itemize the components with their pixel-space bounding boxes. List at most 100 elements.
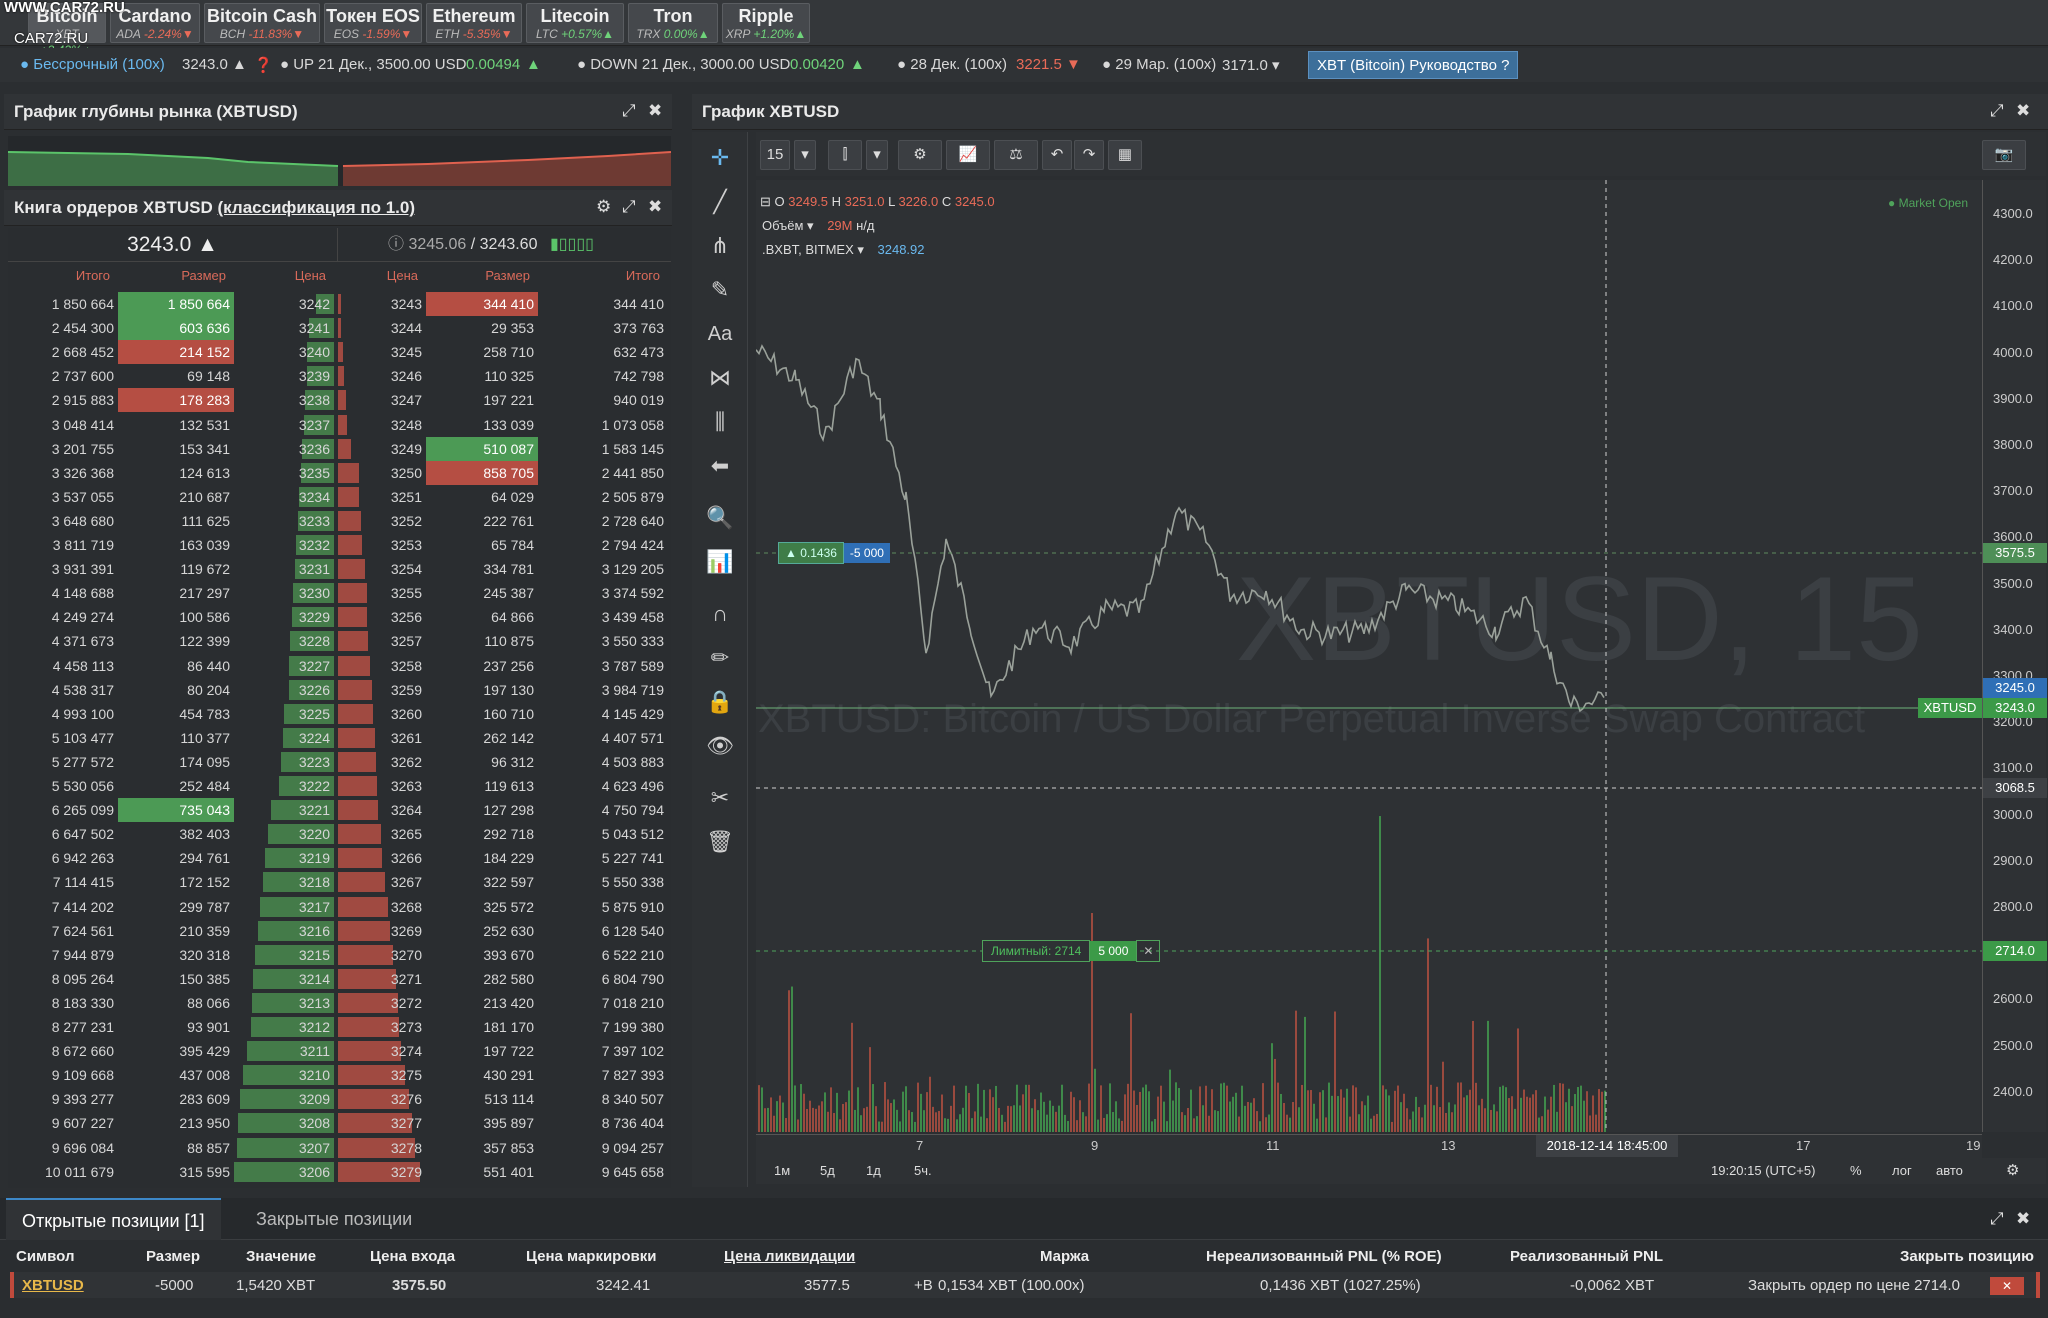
orderbook-grouping-link[interactable]: (классификация по 1.0) (218, 198, 416, 217)
arrow-left-icon[interactable]: ⬅ (698, 448, 742, 484)
tab-eth[interactable]: Ethereum ETH -5.35%▼ (426, 3, 522, 43)
tab-bch[interactable]: Bitcoin Cash BCH -11.83%▼ (204, 3, 320, 43)
guide-button[interactable]: XBT (Bitcoin) Руководство ? (1308, 51, 1518, 79)
text-icon[interactable]: Aa (698, 316, 742, 352)
close-icon[interactable]: ✖ (2016, 1210, 2030, 1228)
crosshair-icon[interactable]: ✛ (698, 140, 742, 176)
orderbook-row[interactable]: 2 915 883 178 283 3238 3247 197 221 940 019 (8, 388, 671, 413)
orderbook-row[interactable]: 7 624 561 210 359 3216 3269 252 630 6 128 540 (8, 919, 671, 943)
orderbook-row[interactable]: 6 942 263 294 761 3219 3266 184 229 5 227 741 (8, 846, 671, 870)
orderbook-row[interactable]: 3 326 368 124 613 3235 3250 858 705 2 441 850 (8, 460, 671, 485)
index-label[interactable]: .BXBT, BITMEX ▾ (762, 242, 864, 257)
volume-label[interactable]: Объём ▾ (762, 218, 814, 233)
fork-icon[interactable]: ⋔ (698, 228, 742, 264)
magnet-icon[interactable]: ∩ (698, 596, 742, 632)
orderbook-row[interactable]: 2 737 600 69 148 3239 3246 110 325 742 798 (8, 364, 671, 388)
redo-icon[interactable]: ↷ (1074, 140, 1104, 170)
help-icon[interactable]: ❓ (254, 56, 273, 74)
orderbook-row[interactable]: 3 648 680 111 625 3233 3252 222 761 2 728 640 (8, 509, 671, 533)
undo-icon[interactable]: ↶ (1042, 140, 1072, 170)
candles-icon[interactable]: ⫿ (828, 140, 862, 170)
limit-order-marker[interactable]: Лимитный: 2714 5 000 ✕ (982, 939, 1161, 963)
margin-edit-button[interactable]: +B (914, 1274, 933, 1298)
contract-mar[interactable]: ● 29 Мар. (100x) (1102, 56, 1216, 73)
close-position-button[interactable]: ✕ (1990, 1277, 2024, 1295)
trash-icon[interactable]: 🗑 (698, 824, 742, 860)
gear-icon[interactable]: ⚙ (596, 198, 611, 216)
bars-icon[interactable]: ▦ (1108, 140, 1142, 170)
orderbook-row[interactable]: 9 393 277 283 609 3209 3276 513 114 8 340 507 (8, 1087, 671, 1111)
orderbook-row[interactable]: 6 265 099 735 043 3221 3264 127 298 4 750 794 (8, 798, 671, 823)
price-chart-plot[interactable]: XBTUSD, 15 XBTUSD: Bitcoin / US Dollar P… (756, 180, 1982, 1132)
timeframe-1m[interactable]: 1м (774, 1163, 790, 1178)
price-axis[interactable]: 4300.0 4200.0 4100.0 4000.0 3900.0 3800.0 3700… (1982, 180, 2047, 1132)
gear-icon[interactable]: ⚙ (898, 140, 942, 170)
orderbook-row[interactable]: 8 095 264 150 385 3214 3271 282 580 6 804 790 (8, 967, 671, 991)
tab-xrp[interactable]: Ripple XRP +1.20%▲ (722, 3, 810, 43)
timeframe-5h[interactable]: 5ч. (914, 1163, 932, 1178)
orderbook-row[interactable]: 9 607 227 213 950 3208 3277 395 897 8 736 404 (8, 1111, 671, 1135)
pencil-icon[interactable]: ✏ (698, 640, 742, 676)
orderbook-row[interactable]: 4 249 274 100 586 3229 3256 64 866 3 439 458 (8, 605, 671, 629)
tab-closed-positions[interactable]: Закрытые позиции (240, 1198, 428, 1240)
chevron-down-icon[interactable]: ▾ (866, 140, 888, 170)
orderbook-row[interactable]: 4 993 100 454 783 3225 3260 160 710 4 145 429 (8, 702, 671, 726)
contract-up[interactable]: ● UP 21 Дек., 3500.00 USD (280, 56, 466, 73)
close-icon[interactable]: ✖ (648, 102, 662, 120)
fib-icon[interactable]: ⫼ (698, 404, 742, 440)
orderbook-row[interactable]: 9 696 084 88 857 3207 3278 357 853 9 094 257 (8, 1136, 671, 1160)
time-axis[interactable]: 7 9 11 13 17 19 2018-12-14 18:45:00 (756, 1134, 1982, 1158)
zoom-icon[interactable]: 🔍 (698, 500, 742, 536)
orderbook-row[interactable]: 3 811 719 163 039 3232 3253 65 784 2 794 424 (8, 533, 671, 557)
indicators-icon[interactable]: 📈 (946, 140, 990, 170)
gear-icon[interactable]: ⚙ (2006, 1161, 2019, 1179)
trend-line-icon[interactable]: ╱ (698, 184, 742, 220)
tab-open-positions[interactable]: Открытые позиции [1] (6, 1198, 221, 1240)
tab-ltc[interactable]: Litecoin LTC +0.57%▲ (526, 3, 624, 43)
close-icon[interactable]: ✕ (1136, 940, 1161, 962)
close-icon[interactable]: ✖ (648, 198, 662, 216)
close-icon[interactable]: ✖ (2016, 102, 2030, 120)
percent-scale-toggle[interactable]: % (1850, 1163, 1862, 1178)
orderbook-row[interactable]: 2 454 300 603 636 3241 3244 29 353 373 763 (8, 316, 671, 341)
orderbook-row[interactable]: 7 944 879 320 318 3215 3270 393 670 6 522 210 (8, 943, 671, 967)
auto-scale-toggle[interactable]: авто (1936, 1163, 1963, 1178)
orderbook-row[interactable]: 8 672 660 395 429 3211 3274 197 722 7 397 102 (8, 1039, 671, 1063)
orderbook-row[interactable]: 6 647 502 382 403 3220 3265 292 718 5 043 512 (8, 822, 671, 846)
interval-button[interactable]: 15 (760, 140, 790, 170)
hide-icon[interactable]: 👁 (698, 728, 742, 764)
position-marker[interactable]: ▲ 0.1436 -5 000 (778, 541, 890, 565)
orderbook-row[interactable]: 4 371 673 122 399 3228 3257 110 875 3 550 333 (8, 629, 671, 653)
tab-eos[interactable]: Токен EOS EOS -1.59%▼ (324, 3, 422, 43)
timeframe-5d[interactable]: 5д (820, 1163, 835, 1178)
legend-toggle-icon[interactable]: ⊟ (760, 194, 775, 209)
orderbook-row[interactable]: 7 414 202 299 787 3217 3268 325 572 5 875 910 (8, 895, 671, 919)
orderbook-row[interactable]: 3 048 414 132 531 3237 3248 133 039 1 073 058 (8, 413, 671, 437)
orderbook-row[interactable]: 5 530 056 252 484 3222 3263 119 613 4 623 496 (8, 774, 671, 798)
orderbook-row[interactable]: 4 538 317 80 204 3226 3259 197 130 3 984 719 (8, 678, 671, 702)
orderbook-row[interactable]: 3 201 755 153 341 3236 3249 510 087 1 583 145 (8, 436, 671, 461)
expand-icon[interactable]: ⤢ (1990, 102, 2004, 120)
tools-icon[interactable]: ✂ (698, 780, 742, 816)
orderbook-row[interactable]: 7 114 415 172 152 3218 3267 322 597 5 550 338 (8, 870, 671, 894)
orderbook-row[interactable]: 8 277 231 93 901 3212 3273 181 170 7 199 380 (8, 1015, 671, 1039)
pattern-icon[interactable]: ⋈ (698, 360, 742, 396)
expand-icon[interactable]: ⤢ (622, 198, 636, 216)
tab-trx[interactable]: Tron TRX 0.00%▲ (628, 3, 718, 43)
orderbook-row[interactable]: 5 277 572 174 095 3223 3262 96 312 4 503 883 (8, 750, 671, 774)
timeframe-1d[interactable]: 1д (866, 1163, 881, 1178)
contract-down[interactable]: ● DOWN 21 Дек., 3000.00 USD (577, 56, 790, 73)
lock-icon[interactable]: 🔒 (698, 684, 742, 720)
chevron-down-icon[interactable]: ▾ (794, 140, 816, 170)
orderbook-row[interactable]: 10 011 679 315 595 3206 3279 551 401 9 645 65… (8, 1160, 671, 1184)
contract-dec[interactable]: ● 28 Дек. (100x) (897, 56, 1007, 73)
orderbook-row[interactable]: 2 668 452 214 152 3240 3245 258 710 632 473 (8, 340, 671, 365)
orderbook-row[interactable]: 4 148 688 217 297 3230 3255 245 387 3 374 592 (8, 581, 671, 605)
measure-icon[interactable]: 📊 (698, 544, 742, 580)
orderbook-row[interactable]: 4 458 113 86 440 3227 3258 237 256 3 787 589 (8, 654, 671, 678)
brush-icon[interactable]: ✎ (698, 272, 742, 308)
contract-mar-price[interactable]: 3171.0 ▾ (1222, 56, 1280, 74)
camera-icon[interactable]: 📷 (1982, 140, 2026, 170)
col-liq-price[interactable]: Цена ликвидации (724, 1248, 855, 1265)
info-icon[interactable]: ⓘ (388, 236, 408, 253)
